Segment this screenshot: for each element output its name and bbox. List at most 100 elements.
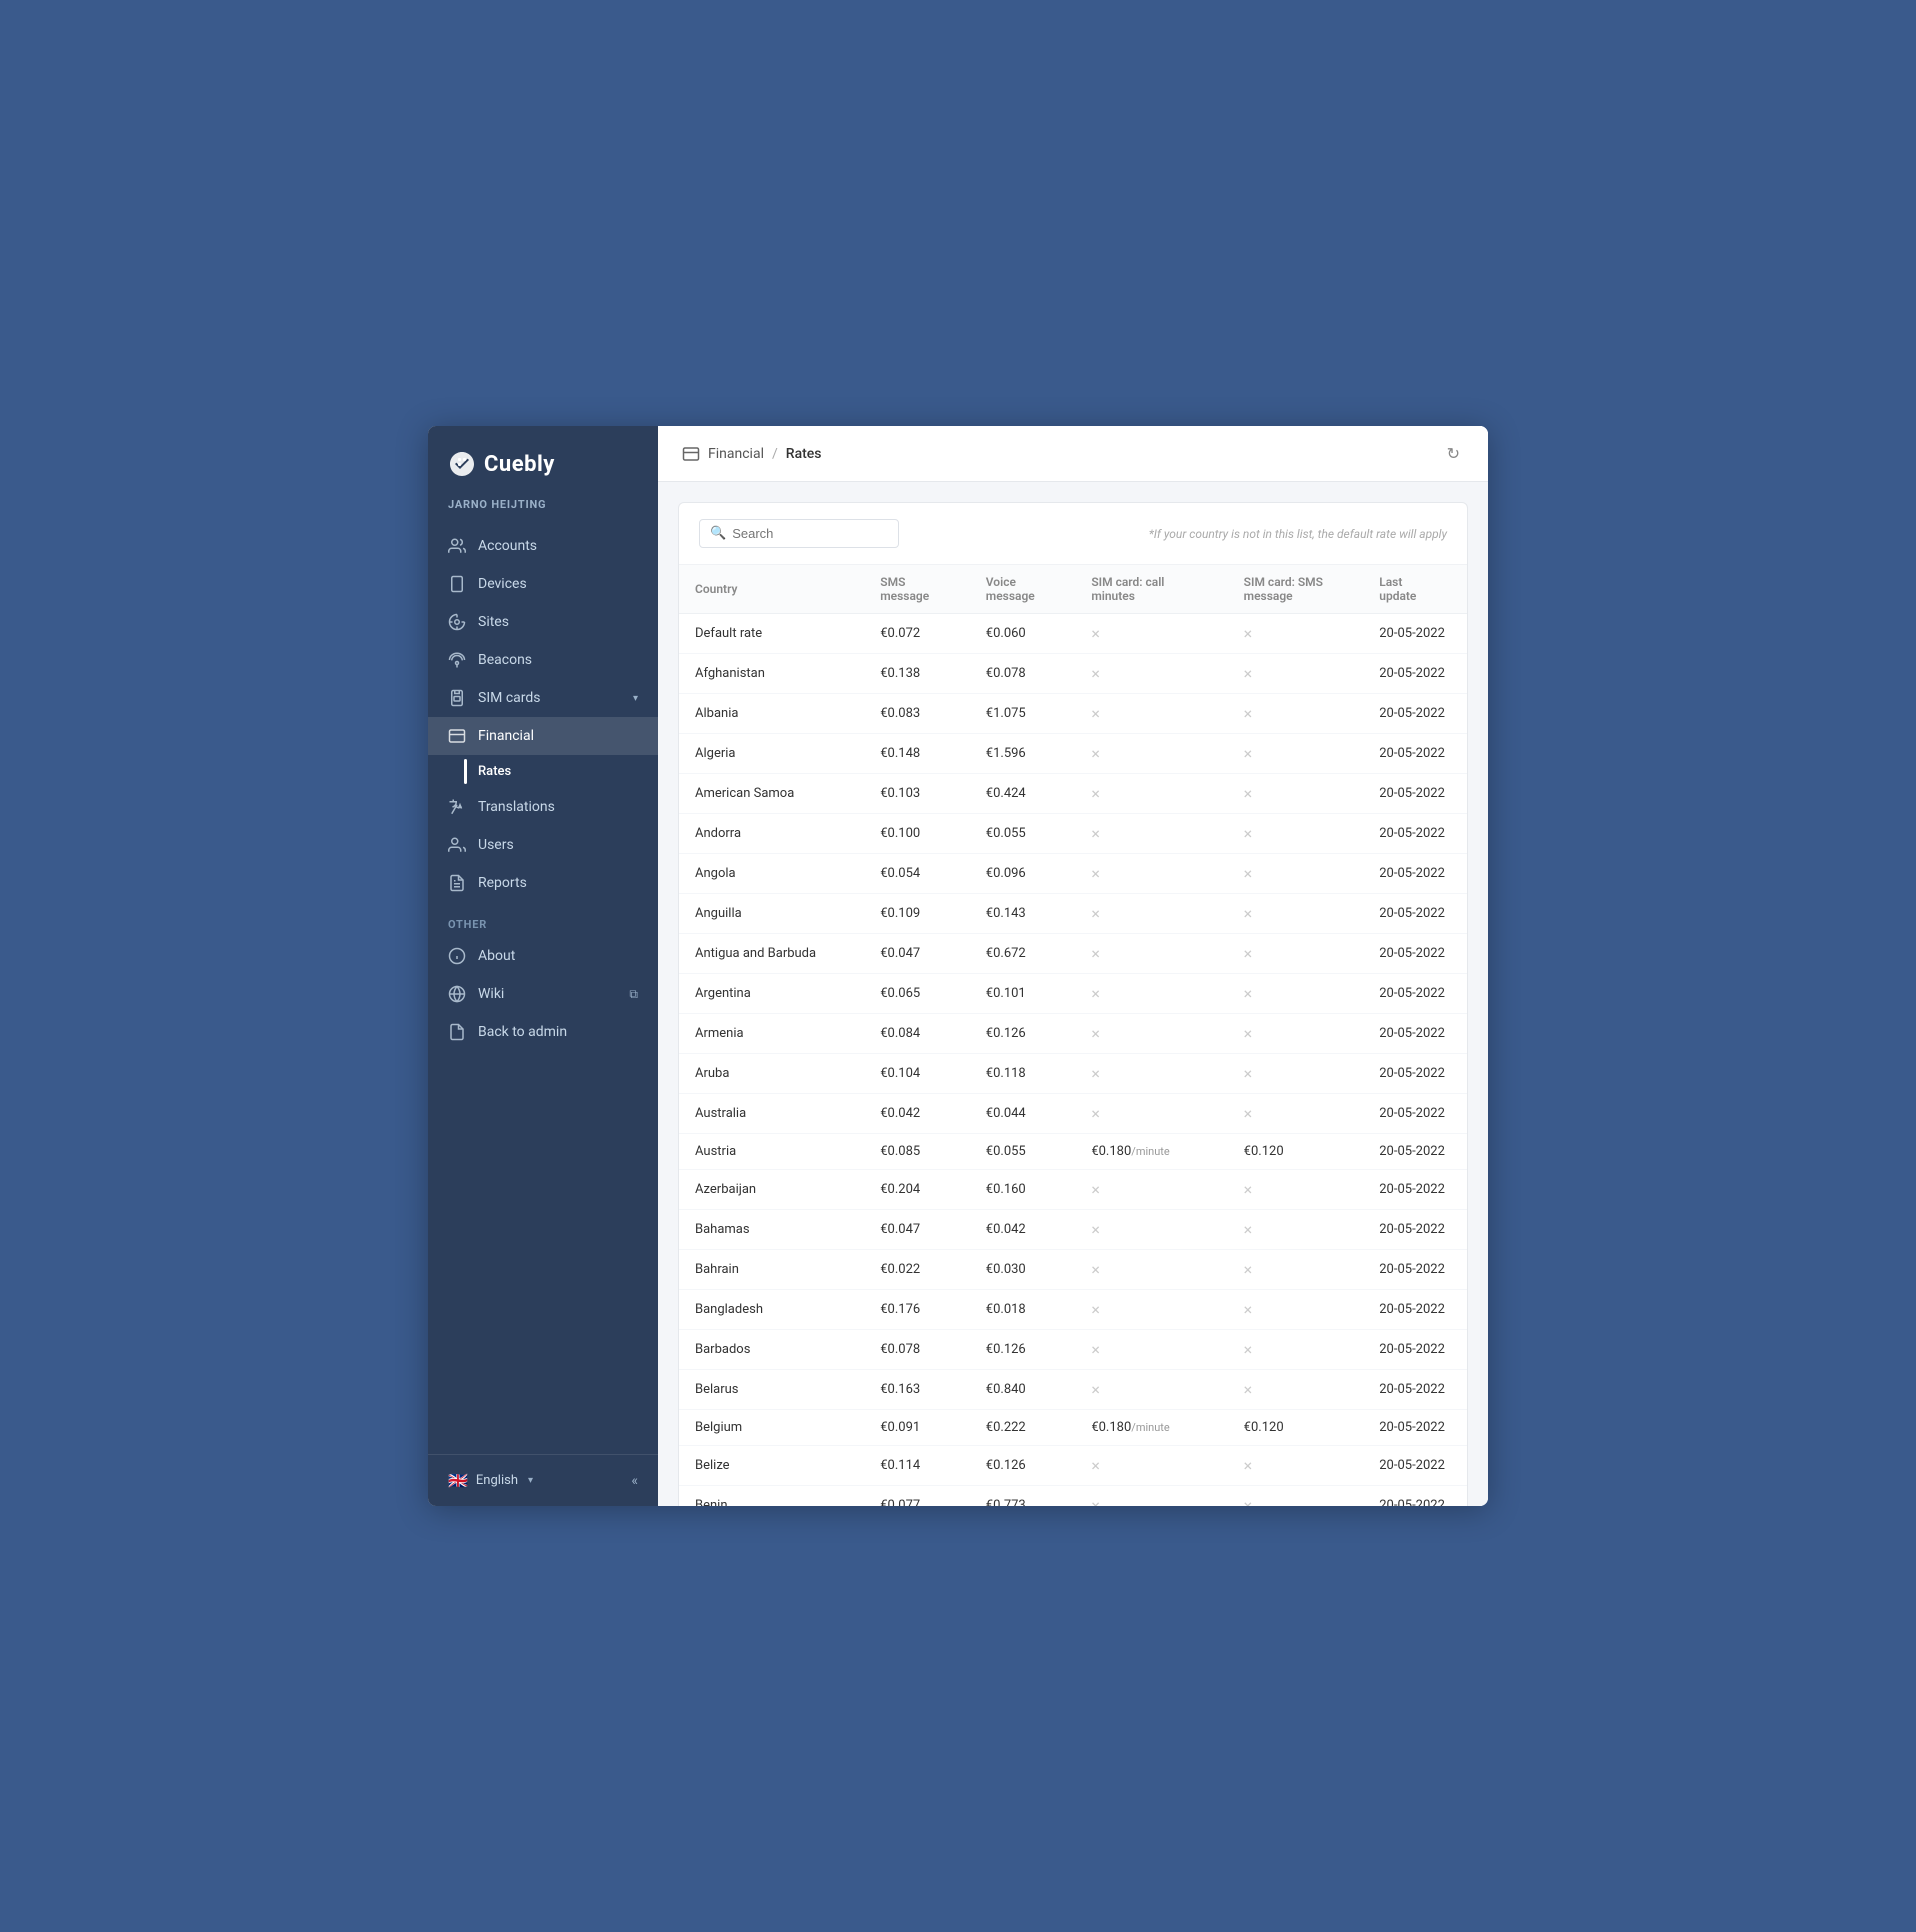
- cell-sms: €0.204: [864, 1170, 970, 1210]
- cell-sim-call: ×: [1075, 1446, 1227, 1486]
- cell-voice: €0.160: [970, 1170, 1076, 1210]
- cuebly-logo-icon: [448, 450, 476, 478]
- hint-text: *If your country is not in this list, th…: [1149, 527, 1447, 541]
- cell-sms: €0.047: [864, 1210, 970, 1250]
- cell-country: Anguilla: [679, 894, 864, 934]
- cell-update: 20-05-2022: [1363, 1486, 1467, 1507]
- sidebar-collapse-button[interactable]: «: [631, 1473, 638, 1489]
- sidebar-item-translations[interactable]: Translations: [428, 788, 658, 826]
- search-input[interactable]: [732, 526, 888, 541]
- beacons-label: Beacons: [478, 652, 638, 668]
- cell-update: 20-05-2022: [1363, 1054, 1467, 1094]
- table-row: Antigua and Barbuda€0.047€0.672××20-05-2…: [679, 934, 1467, 974]
- cell-sim-call: ×: [1075, 734, 1227, 774]
- cell-country: Angola: [679, 854, 864, 894]
- cell-sim-call: ×: [1075, 614, 1227, 654]
- cell-sim-call: ×: [1075, 1210, 1227, 1250]
- financial-icon: [448, 727, 466, 745]
- cell-voice: €0.030: [970, 1250, 1076, 1290]
- cell-sms: €0.078: [864, 1330, 970, 1370]
- sidebar: Cuebly JARNO HEIJTING Accounts D: [428, 426, 658, 1506]
- cell-voice: €0.840: [970, 1370, 1076, 1410]
- sidebar-item-sim-cards[interactable]: SIM cards ▾: [428, 679, 658, 717]
- cell-sim-sms: ×: [1228, 814, 1364, 854]
- table-row: Austria€0.085€0.055€0.180/minute€0.12020…: [679, 1134, 1467, 1170]
- cell-sms: €0.163: [864, 1370, 970, 1410]
- content-area: 🔍 *If your country is not in this list, …: [658, 482, 1488, 1506]
- cell-update: 20-05-2022: [1363, 814, 1467, 854]
- cell-country: Bahrain: [679, 1250, 864, 1290]
- cell-voice: €0.773: [970, 1486, 1076, 1507]
- cell-country: Bahamas: [679, 1210, 864, 1250]
- sidebar-item-about[interactable]: About: [428, 937, 658, 975]
- cell-update: 20-05-2022: [1363, 934, 1467, 974]
- table-row: Bahrain€0.022€0.030××20-05-2022: [679, 1250, 1467, 1290]
- users-label: Users: [478, 837, 638, 853]
- cell-sim-sms: ×: [1228, 974, 1364, 1014]
- table-header-row: Country SMSmessage Voicemessage SIM card…: [679, 565, 1467, 614]
- sidebar-item-sites[interactable]: Sites: [428, 603, 658, 641]
- beacons-icon: [448, 651, 466, 669]
- breadcrumb-parent[interactable]: Financial: [708, 446, 764, 462]
- table-row: Benin€0.077€0.773××20-05-2022: [679, 1486, 1467, 1507]
- table-row: Argentina€0.065€0.101××20-05-2022: [679, 974, 1467, 1014]
- cell-sim-sms: ×: [1228, 854, 1364, 894]
- cell-voice: €0.060: [970, 614, 1076, 654]
- sidebar-subitem-rates[interactable]: Rates: [428, 755, 658, 788]
- external-link-icon: ⧉: [629, 987, 638, 1002]
- cell-country: Belarus: [679, 1370, 864, 1410]
- cell-sim-call: ×: [1075, 1290, 1227, 1330]
- cell-sms: €0.176: [864, 1290, 970, 1330]
- sidebar-item-financial[interactable]: Financial: [428, 717, 658, 755]
- cell-voice: €0.042: [970, 1210, 1076, 1250]
- wiki-globe-icon: [448, 985, 466, 1003]
- sidebar-item-beacons[interactable]: Beacons: [428, 641, 658, 679]
- rates-label: Rates: [478, 764, 511, 779]
- cell-country: Australia: [679, 1094, 864, 1134]
- cell-country: Armenia: [679, 1014, 864, 1054]
- cell-sim-sms: ×: [1228, 614, 1364, 654]
- sidebar-item-back-admin[interactable]: Back to admin: [428, 1013, 658, 1051]
- cell-sim-call: ×: [1075, 1250, 1227, 1290]
- breadcrumb: Financial / Rates: [682, 445, 822, 463]
- table-row: Andorra€0.100€0.055××20-05-2022: [679, 814, 1467, 854]
- cell-sim-call: €0.180/minute: [1075, 1134, 1227, 1170]
- cell-sim-call: ×: [1075, 1330, 1227, 1370]
- sidebar-item-wiki[interactable]: Wiki ⧉: [428, 975, 658, 1013]
- accounts-label: Accounts: [478, 538, 638, 554]
- sidebar-item-users[interactable]: Users: [428, 826, 658, 864]
- table-head: Country SMSmessage Voicemessage SIM card…: [679, 565, 1467, 614]
- cell-country: Barbados: [679, 1330, 864, 1370]
- table-row: Bangladesh€0.176€0.018××20-05-2022: [679, 1290, 1467, 1330]
- cell-sim-call: ×: [1075, 854, 1227, 894]
- cell-country: Afghanistan: [679, 654, 864, 694]
- cell-sim-sms: ×: [1228, 734, 1364, 774]
- cell-update: 20-05-2022: [1363, 1134, 1467, 1170]
- cell-sim-call: ×: [1075, 694, 1227, 734]
- cell-country: Benin: [679, 1486, 864, 1507]
- table-row: Belize€0.114€0.126××20-05-2022: [679, 1446, 1467, 1486]
- sidebar-item-devices[interactable]: Devices: [428, 565, 658, 603]
- cell-country: Default rate: [679, 614, 864, 654]
- cell-sim-sms: ×: [1228, 1290, 1364, 1330]
- cell-country: Antigua and Barbuda: [679, 934, 864, 974]
- logo-text: Cuebly: [484, 452, 555, 477]
- cell-sim-sms: ×: [1228, 1054, 1364, 1094]
- cell-sms: €0.072: [864, 614, 970, 654]
- sidebar-item-reports[interactable]: Reports: [428, 864, 658, 902]
- cell-voice: €0.126: [970, 1446, 1076, 1486]
- cell-voice: €1.075: [970, 694, 1076, 734]
- back-admin-label: Back to admin: [478, 1024, 638, 1040]
- table-row: Algeria€0.148€1.596××20-05-2022: [679, 734, 1467, 774]
- topbar: Financial / Rates ↻: [658, 426, 1488, 482]
- cell-sms: €0.065: [864, 974, 970, 1014]
- refresh-button[interactable]: ↻: [1443, 440, 1464, 468]
- search-box[interactable]: 🔍: [699, 519, 899, 548]
- cell-sim-call: €0.180/minute: [1075, 1410, 1227, 1446]
- sidebar-username: JARNO HEIJTING: [428, 498, 658, 527]
- accounts-icon: [448, 537, 466, 555]
- cell-voice: €0.055: [970, 1134, 1076, 1170]
- table-row: Albania€0.083€1.075××20-05-2022: [679, 694, 1467, 734]
- cell-sim-call: ×: [1075, 894, 1227, 934]
- sidebar-item-accounts[interactable]: Accounts: [428, 527, 658, 565]
